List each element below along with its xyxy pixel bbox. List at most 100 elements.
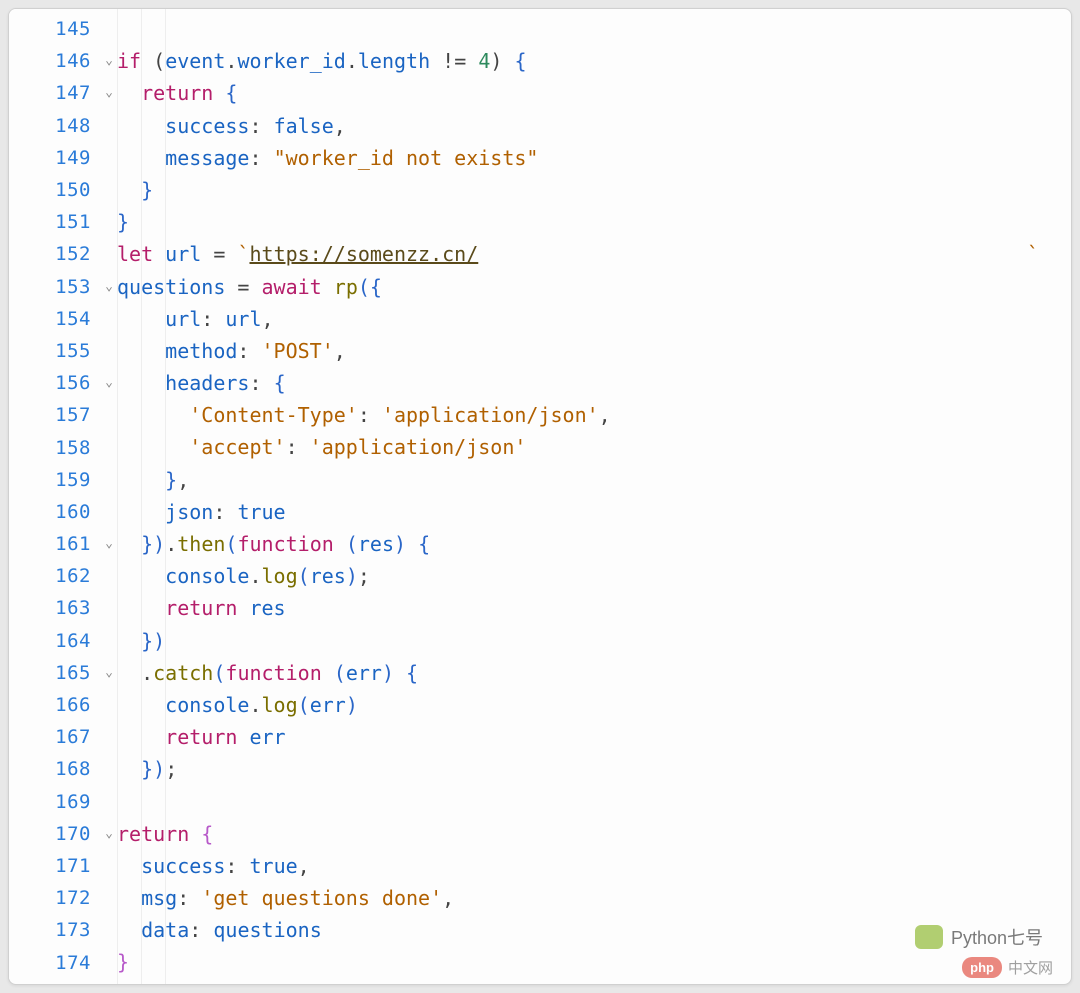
fold-chevron-icon[interactable]: ⌄ [105, 665, 113, 680]
code-line[interactable]: message: "worker_id not exists" [117, 142, 611, 174]
fold-chevron-icon[interactable]: ⌄ [105, 53, 113, 68]
token-kw: function [225, 661, 321, 685]
token-fn: log [262, 693, 298, 717]
token-fn: rp [334, 275, 358, 299]
token-pl [322, 661, 334, 685]
token-pun: ) [490, 49, 502, 73]
token-pl [225, 275, 237, 299]
token-pl [466, 49, 478, 73]
code-line[interactable]: url: url, [117, 303, 611, 335]
code-line[interactable]: data: questions [117, 914, 611, 946]
code-line[interactable] [117, 13, 611, 45]
token-url: https://somenzz.cn/ [249, 242, 478, 266]
code-line[interactable]: console.log(res); [117, 560, 611, 592]
token-kw: return [141, 81, 213, 105]
watermark-text: Python七号 [951, 924, 1043, 950]
code-line[interactable]: .catch(function (err) { [117, 657, 611, 689]
token-id: json [165, 500, 213, 524]
code-line[interactable]: json: true [117, 496, 611, 528]
line-number-gutter: 145146⌄147⌄148149150151152153⌄154155156⌄… [9, 9, 95, 979]
code-line[interactable]: }); [117, 753, 611, 785]
token-id: method [165, 339, 237, 363]
code-line[interactable] [117, 786, 611, 818]
token-pun: != [442, 49, 466, 73]
fold-chevron-icon[interactable]: ⌄ [105, 375, 113, 390]
token-br2: } [117, 950, 129, 974]
token-par: ( [334, 661, 346, 685]
token-pun: . [165, 532, 177, 556]
line-number: 157 [9, 399, 95, 431]
line-number: 153⌄ [9, 271, 95, 303]
code-line[interactable]: return { [117, 818, 611, 850]
token-pl [213, 81, 225, 105]
code-line[interactable]: }) [117, 625, 611, 657]
line-number: 162 [9, 560, 95, 592]
code-line[interactable]: 'Content-Type': 'application/json', [117, 399, 611, 431]
token-br2: { [201, 822, 213, 846]
token-brc: { [274, 371, 286, 395]
code-line[interactable]: success: true, [117, 850, 611, 882]
token-id: success [165, 114, 249, 138]
line-number: 146⌄ [9, 45, 95, 77]
fold-chevron-icon[interactable]: ⌄ [105, 536, 113, 551]
token-id: worker_id [237, 49, 345, 73]
token-id: event [165, 49, 225, 73]
token-brc: } [141, 532, 153, 556]
token-pun: , [177, 468, 189, 492]
line-number: 167 [9, 721, 95, 753]
token-pun: : [249, 146, 261, 170]
fold-chevron-icon[interactable]: ⌄ [105, 826, 113, 841]
code-line[interactable]: return { [117, 77, 611, 109]
fold-chevron-icon[interactable]: ⌄ [105, 85, 113, 100]
token-id: msg [141, 886, 177, 910]
token-pun: , [599, 403, 611, 427]
code-line[interactable]: return res [117, 592, 611, 624]
token-fn: log [262, 564, 298, 588]
token-pun: : [358, 403, 370, 427]
code-line[interactable]: let url = `https://somenzz.cn/` [117, 238, 611, 270]
token-brc: } [141, 178, 153, 202]
wechat-icon [915, 925, 943, 949]
line-number: 149 [9, 142, 95, 174]
token-id: err [346, 661, 382, 685]
code-line[interactable]: if (event.worker_id.length != 4) { [117, 45, 611, 77]
code-line[interactable]: 'accept': 'application/json' [117, 431, 611, 463]
code-line[interactable]: headers: { [117, 367, 611, 399]
token-kw: return [117, 822, 189, 846]
token-par: ( [346, 532, 358, 556]
line-number: 164 [9, 625, 95, 657]
code-content[interactable]: if (event.worker_id.length != 4) { retur… [117, 9, 611, 979]
token-pl [406, 532, 418, 556]
code-line[interactable]: } [117, 946, 611, 978]
line-number: 151 [9, 206, 95, 238]
code-line[interactable]: return err [117, 721, 611, 753]
token-pun: : [249, 114, 261, 138]
token-id: console [165, 693, 249, 717]
code-line[interactable]: method: 'POST', [117, 335, 611, 367]
line-number: 161⌄ [9, 528, 95, 560]
token-pl [262, 371, 274, 395]
code-line[interactable]: }, [117, 464, 611, 496]
code-line[interactable]: msg: 'get questions done', [117, 882, 611, 914]
token-par: ) [153, 532, 165, 556]
token-pun: , [334, 114, 346, 138]
token-par: ) [346, 564, 358, 588]
token-id: data [141, 918, 189, 942]
token-brc: } [141, 757, 153, 781]
line-number: 174 [9, 946, 95, 978]
code-line[interactable]: questions = await rp({ [117, 271, 611, 303]
code-line[interactable]: } [117, 174, 611, 206]
code-editor[interactable]: 145146⌄147⌄148149150151152153⌄154155156⌄… [8, 8, 1072, 985]
token-pl [249, 275, 261, 299]
fold-chevron-icon[interactable]: ⌄ [105, 279, 113, 294]
token-pl [237, 854, 249, 878]
code-line[interactable]: } [117, 206, 611, 238]
token-fn: catch [153, 661, 213, 685]
token-id: console [165, 564, 249, 588]
token-brc: } [117, 210, 129, 234]
code-line[interactable]: }).then(function (res) { [117, 528, 611, 560]
line-number: 163 [9, 592, 95, 624]
token-pun: . [249, 693, 261, 717]
code-line[interactable]: success: false, [117, 110, 611, 142]
code-line[interactable]: console.log(err) [117, 689, 611, 721]
